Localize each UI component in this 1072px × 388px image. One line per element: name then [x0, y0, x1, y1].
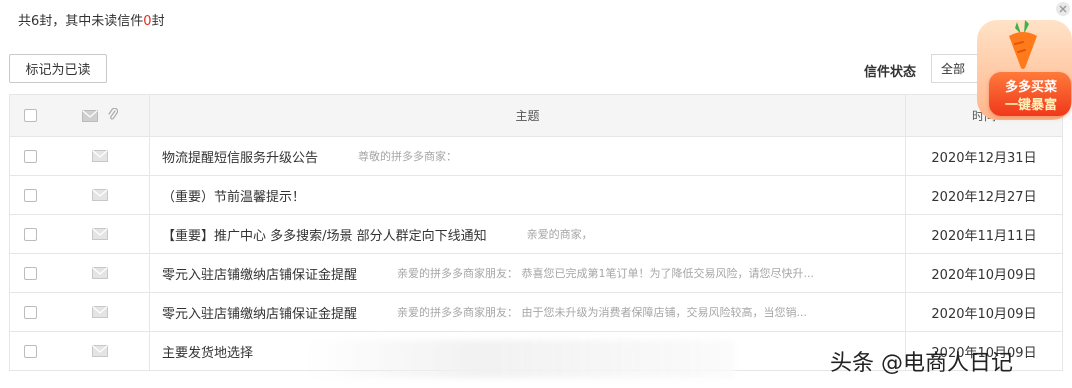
promo-line2: 一键暴富 [1004, 98, 1057, 113]
mail-subject[interactable]: 零元入驻店铺缴纳店铺保证金提醒 [162, 264, 357, 283]
carrot-icon [1003, 18, 1043, 74]
mail-subject[interactable]: 零元入驻店铺缴纳店铺保证金提醒 [162, 303, 357, 322]
mark-as-read-button[interactable]: 标记为已读 [9, 54, 107, 83]
table-row[interactable]: 零元入驻店铺缴纳店铺保证金提醒 亲爱的拼多多商家朋友： 由于您未升级为消费者保障店… [10, 293, 1062, 332]
select-all-checkbox[interactable] [23, 109, 37, 122]
mail-subject[interactable]: （重要）节前温馨提示！ [162, 186, 305, 205]
envelope-icon [91, 150, 108, 162]
row-checkbox[interactable] [23, 188, 37, 202]
mail-subject[interactable]: 主要发货地选择 [162, 342, 253, 361]
table-row[interactable]: 零元入驻店铺缴纳店铺保证金提醒 亲爱的拼多多商家朋友： 恭喜您已完成第1笔订单！为… [10, 254, 1062, 293]
promo-line1: 多多买菜 [1004, 80, 1057, 95]
mail-preview: 亲爱的拼多多商家朋友： 由于您未升级为消费者保障店铺，交易风险较高，当您销... [397, 306, 807, 319]
mail-subject[interactable]: 【重要】推广中心 多多搜索/场景 部分人群定向下线通知 [162, 225, 487, 244]
mail-time: 2020年11月11日 [931, 228, 1037, 244]
table-row[interactable]: 【重要】推广中心 多多搜索/场景 部分人群定向下线通知 亲爱的商家， 2020年1… [10, 215, 1062, 254]
envelope-icon [91, 228, 108, 240]
row-checkbox[interactable] [23, 149, 37, 163]
row-checkbox[interactable] [23, 266, 37, 280]
mail-table: 主题 时间 物流提醒短信服务升级公告 尊敬的拼多多商家： 2020年12月31日 … [9, 94, 1063, 371]
unread-count: 0 [143, 14, 152, 29]
envelope-icon [91, 345, 108, 357]
envelope-icon [91, 267, 108, 279]
close-icon[interactable] [1056, 2, 1070, 16]
mail-preview: 亲爱的拼多多商家朋友： 恭喜您已完成第1笔订单！为了降低交易风险，请您尽快升..… [397, 267, 814, 280]
status-filter-label: 信件状态 [864, 65, 917, 80]
mail-subject[interactable]: 物流提醒短信服务升级公告 [162, 147, 318, 166]
subject-column-header: 主题 [150, 95, 906, 136]
row-checkbox[interactable] [23, 227, 37, 241]
mail-time: 2020年10月09日 [931, 267, 1037, 283]
summary-prefix: 共6封，其中未读信件 [18, 14, 144, 29]
mail-preview: 尊敬的拼多多商家： [358, 150, 458, 163]
row-checkbox[interactable] [23, 344, 37, 358]
watermark: 头条 @电商人日记 [830, 351, 1013, 376]
table-row[interactable]: （重要）节前温馨提示！ 2020年12月27日 [10, 176, 1062, 215]
table-header: 主题 时间 [10, 95, 1062, 137]
attachment-icon [107, 106, 118, 125]
promo-badge[interactable]: 多多买菜 一键暴富 [973, 0, 1072, 130]
mail-time: 2020年12月27日 [931, 189, 1037, 205]
mail-time: 2020年10月09日 [931, 306, 1037, 322]
table-row[interactable]: 物流提醒短信服务升级公告 尊敬的拼多多商家： 2020年12月31日 [10, 137, 1062, 176]
envelope-icon [91, 189, 108, 201]
mail-time: 2020年12月31日 [931, 150, 1037, 166]
summary-suffix: 封 [151, 14, 165, 29]
status-filter-value: 全部 [941, 62, 966, 76]
mail-preview: 亲爱的商家， [526, 228, 593, 241]
mail-summary: 共6封，其中未读信件0封 [18, 10, 165, 29]
envelope-header-icon [81, 109, 98, 122]
row-checkbox[interactable] [23, 305, 37, 319]
redacted-blur [305, 340, 735, 378]
envelope-icon [91, 306, 108, 318]
